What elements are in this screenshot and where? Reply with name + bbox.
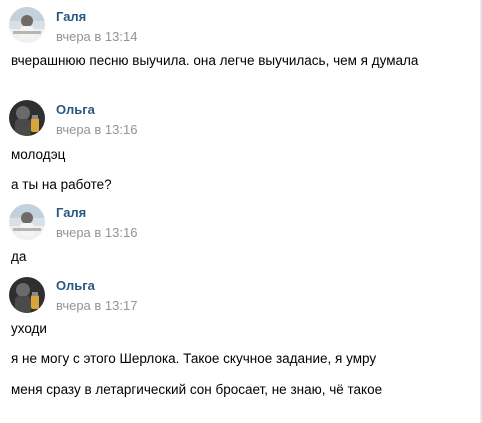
- message-text: я не могу с этого Шерлока. Такое скучное…: [11, 351, 377, 366]
- message-text: вчерашнюю песню выучила. она легче выучи…: [11, 53, 419, 68]
- message-timestamp[interactable]: вчера в 13:17: [56, 298, 137, 314]
- message-text: уходи: [11, 321, 47, 336]
- message-timestamp[interactable]: вчера в 13:14: [56, 29, 137, 45]
- avatar-olga-icon[interactable]: [9, 277, 45, 313]
- message-author[interactable]: Галя: [56, 9, 86, 25]
- chat-history: Галя вчера в 13:14 вчерашнюю песню выучи…: [0, 0, 482, 423]
- message-text: а ты на работе?: [11, 177, 112, 192]
- avatar-galya-icon[interactable]: [9, 204, 45, 240]
- message-timestamp[interactable]: вчера в 13:16: [56, 122, 137, 138]
- message-author[interactable]: Ольга: [56, 102, 95, 118]
- avatar-olga-icon[interactable]: [9, 100, 45, 136]
- message-author[interactable]: Галя: [56, 205, 86, 221]
- message-timestamp[interactable]: вчера в 13:16: [56, 225, 137, 241]
- message-author[interactable]: Ольга: [56, 278, 95, 294]
- message-text: да: [11, 249, 27, 264]
- message-text: молодэц: [11, 147, 66, 162]
- message-text: меня сразу в летаргический сон бросает, …: [11, 382, 383, 397]
- avatar-galya-icon[interactable]: [9, 7, 45, 43]
